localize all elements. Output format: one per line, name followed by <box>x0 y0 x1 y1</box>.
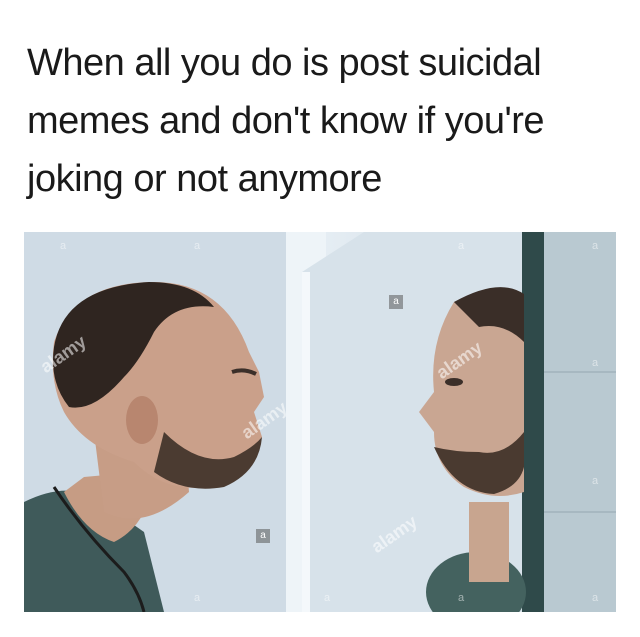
meme-photo: alamy alamy alamy alamy a a a a a a a a … <box>24 232 616 612</box>
watermark-letter: a <box>194 592 201 604</box>
watermark-logo: a <box>256 529 270 543</box>
watermark-letter: a <box>592 240 599 252</box>
watermark-logo: a <box>389 295 403 309</box>
watermark-letter: a <box>592 357 599 369</box>
meme-caption: When all you do is post suicidal memes a… <box>27 34 617 208</box>
caption-line-1: When all you do is post suicidal <box>27 42 542 84</box>
caption-line-2: memes and don't know if you're <box>27 100 545 142</box>
watermark-letter: a <box>194 240 201 252</box>
watermark-letter: a <box>60 240 67 252</box>
watermark-letter: a <box>458 240 465 252</box>
watermark-letter: a <box>324 592 331 604</box>
caption-line-3: joking or not anymore <box>27 158 382 200</box>
mirror-frame <box>522 232 544 612</box>
watermark-letter: a <box>592 475 599 487</box>
watermark-letter: a <box>592 592 599 604</box>
watermark-letter: a <box>458 592 465 604</box>
man-at-mirror-illustration <box>24 232 616 612</box>
